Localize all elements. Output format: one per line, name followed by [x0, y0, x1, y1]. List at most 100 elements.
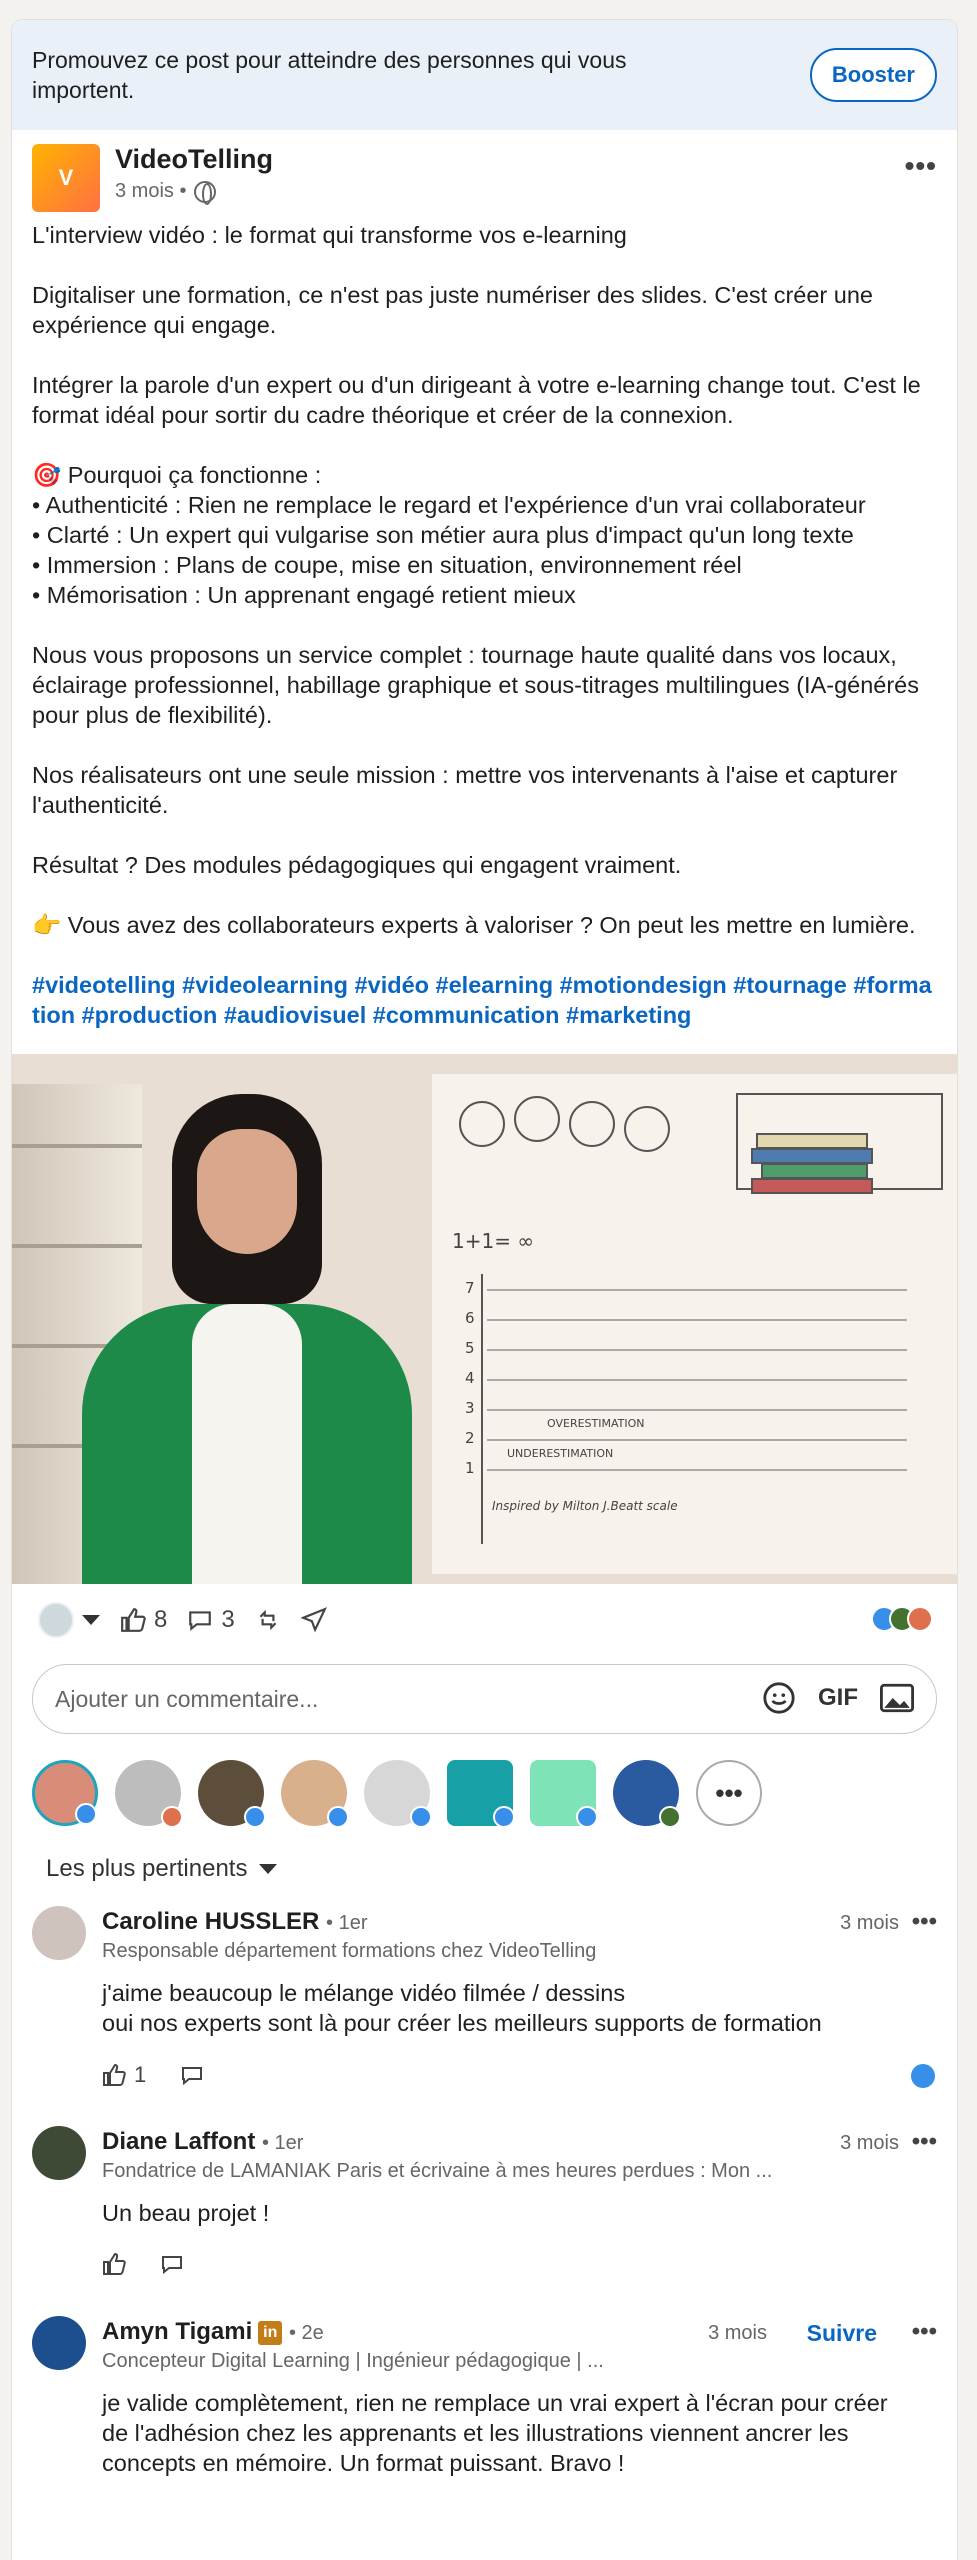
- more-reactors-button[interactable]: •••: [696, 1760, 762, 1826]
- sort-dropdown[interactable]: Les plus pertinents: [12, 1826, 957, 1890]
- post-body: L'interview vidéo : le format qui transf…: [12, 210, 957, 1030]
- repost-icon: [259, 1609, 277, 1631]
- follow-button[interactable]: Suivre: [807, 2320, 877, 2347]
- commenter-name-text: Amyn Tigami: [102, 2318, 253, 2345]
- comment-text: je valide complètement, rien ne remplace…: [102, 2390, 888, 2476]
- comment-time: 3 mois: [840, 1912, 899, 1934]
- like-badge-icon: [244, 1806, 266, 1828]
- comment-item: Amyn Tigami in • 2e 3 mois Suivre ••• Con…: [12, 2312, 957, 2492]
- comment-button[interactable]: 3: [187, 1606, 235, 1634]
- chevron-down-icon: [82, 1615, 100, 1625]
- repost-button[interactable]: [255, 1607, 281, 1633]
- comment-text: Un beau projet !: [102, 2200, 270, 2226]
- reactor-avatars: •••: [12, 1734, 957, 1828]
- send-button[interactable]: [300, 1607, 327, 1633]
- reactor-avatar[interactable]: [198, 1760, 266, 1828]
- comment-options-icon[interactable]: •••: [912, 2318, 937, 2346]
- image-icon[interactable]: [880, 1683, 914, 1713]
- tick-5: 5: [465, 1339, 475, 1357]
- gridline: [487, 1349, 907, 1351]
- comment-actions: 1: [102, 2062, 204, 2088]
- post-paragraph: Nos réalisateurs ont une seule mission :…: [32, 762, 898, 818]
- author-name[interactable]: VideoTelling: [115, 144, 273, 175]
- support-badge-icon: [659, 1806, 681, 1828]
- tick-6: 6: [465, 1309, 475, 1327]
- comment-icon: [189, 1611, 212, 1631]
- sort-label: Les plus pertinents: [46, 1855, 248, 1882]
- thumbs-up-icon: [121, 1608, 146, 1632]
- post-paragraph: Résultat ? Des modules pédagogiques qui …: [32, 852, 682, 878]
- linkedin-premium-icon: in: [258, 2320, 283, 2345]
- reactor-avatar[interactable]: [530, 1760, 598, 1828]
- boost-button[interactable]: Booster: [809, 48, 937, 102]
- gif-button[interactable]: GIF: [818, 1684, 858, 1712]
- chevron-down-icon: [259, 1864, 278, 1874]
- tick-2: 2: [465, 1429, 475, 1447]
- send-icon: [300, 1607, 327, 1633]
- like-button[interactable]: 8: [120, 1606, 167, 1634]
- connection-degree: • 1er: [262, 2132, 304, 2154]
- emoji-icon[interactable]: [762, 1681, 796, 1715]
- gridline: [487, 1379, 907, 1381]
- reply-icon[interactable]: [180, 2063, 204, 2087]
- speaker-figure: [72, 1094, 412, 1584]
- comment-time: 3 mois: [840, 2132, 899, 2154]
- comment-options-icon[interactable]: •••: [912, 1908, 937, 1936]
- label-overestimation: OVERESTIMATION: [547, 1417, 645, 1430]
- more-options-icon[interactable]: •••: [905, 150, 937, 182]
- like-badge-icon: [576, 1806, 598, 1828]
- promo-banner: Promouvez ce post pour atteindre des per…: [12, 20, 957, 130]
- tick-1: 1: [465, 1459, 475, 1477]
- reaction-summary[interactable]: [871, 1606, 933, 1632]
- connection-degree: • 1er: [326, 1912, 368, 1934]
- equation-text: 1+1= ∞: [452, 1229, 534, 1253]
- love-reaction-icon: [907, 1606, 933, 1632]
- commenter-name-text: Caroline HUSSLER: [102, 1908, 320, 1935]
- promo-text: Promouvez ce post pour atteindre des per…: [32, 47, 627, 103]
- speaker-face: [197, 1129, 297, 1254]
- comment-options-icon[interactable]: •••: [912, 2128, 937, 2156]
- reactor-avatar[interactable]: [32, 1760, 98, 1826]
- gridline: [487, 1439, 907, 1441]
- scale-credit: Inspired by Milton J.Beatt scale: [492, 1499, 678, 1513]
- commenter-headline: Fondatrice de LAMANIAK Paris et écrivain…: [102, 2160, 773, 2182]
- like-badge-icon: [410, 1806, 432, 1828]
- post-video-thumbnail[interactable]: 1+1= ∞ 7 6 5 4 3 2 1 OVERESTIMATION UNDE…: [12, 1054, 957, 1584]
- commenter-name[interactable]: Amyn Tigami in • 2e: [102, 2318, 324, 2346]
- hashtags[interactable]: #videotelling #videolearning #vidéo #ele…: [32, 970, 937, 1030]
- commenter-avatar[interactable]: [32, 2316, 86, 2370]
- comment-input[interactable]: Ajouter un commentaire... GIF: [32, 1664, 937, 1734]
- post-meta: 3 mois •: [115, 180, 217, 205]
- gridline: [487, 1409, 907, 1411]
- commenter-avatar[interactable]: [32, 2126, 86, 2180]
- post-paragraph: Intégrer la parole d'un expert ou d'un d…: [32, 372, 921, 428]
- tick-4: 4: [465, 1369, 475, 1387]
- reactor-avatar[interactable]: [447, 1760, 515, 1828]
- comment-time: 3 mois: [708, 2322, 767, 2344]
- reactor-avatar[interactable]: [364, 1760, 432, 1828]
- commenter-avatar[interactable]: [32, 1906, 86, 1960]
- tick-7: 7: [465, 1279, 475, 1297]
- commenter-name-text: Diane Laffont: [102, 2128, 256, 2155]
- reactor-avatar[interactable]: [115, 1760, 183, 1828]
- label-underestimation: UNDERESTIMATION: [507, 1447, 614, 1460]
- reply-icon[interactable]: [160, 2252, 184, 2276]
- tick-3: 3: [465, 1399, 475, 1417]
- like-badge-icon: [493, 1806, 515, 1828]
- gridline: [487, 1469, 907, 1471]
- comment-like-button[interactable]: 1: [102, 2062, 146, 2088]
- commenter-name[interactable]: Caroline HUSSLER • 1er: [102, 1908, 368, 1936]
- reactor-avatar[interactable]: [281, 1760, 349, 1828]
- thumbs-up-icon[interactable]: [102, 2252, 126, 2276]
- post-header: V VideoTelling 3 mois • •••: [12, 130, 957, 212]
- like-badge-icon: [75, 1803, 97, 1825]
- company-logo[interactable]: V: [32, 144, 100, 212]
- post-paragraph: L'interview vidéo : le format qui transf…: [32, 222, 627, 248]
- reactor-avatar[interactable]: [613, 1760, 681, 1828]
- like-reaction-icon: [911, 2064, 935, 2088]
- react-as-switcher[interactable]: [38, 1602, 100, 1638]
- social-actions-bar: 8 3: [12, 1584, 957, 1656]
- commenter-name[interactable]: Diane Laffont • 1er: [102, 2128, 303, 2156]
- comment-placeholder: Ajouter un commentaire...: [55, 1685, 319, 1712]
- post-age: 3 mois •: [115, 180, 187, 202]
